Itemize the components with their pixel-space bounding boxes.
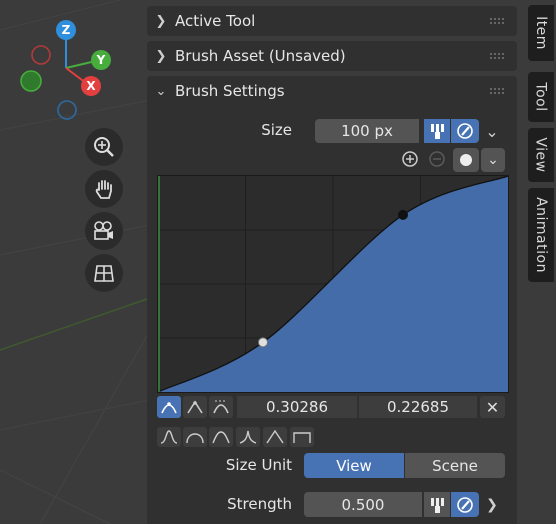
auto-handle-button[interactable] bbox=[157, 396, 181, 418]
strength-field[interactable]: 0.500 bbox=[304, 492, 422, 517]
drag-grip-icon[interactable] bbox=[489, 52, 505, 60]
y-axis-button[interactable]: Y bbox=[91, 50, 111, 70]
drag-grip-icon[interactable] bbox=[489, 17, 505, 25]
preset-sharp-button[interactable] bbox=[236, 427, 260, 447]
strength-pressure-button[interactable] bbox=[424, 492, 450, 517]
chevron-right-icon: ❯ bbox=[155, 48, 167, 64]
zoom-button[interactable] bbox=[85, 128, 123, 166]
vector-handle-button[interactable] bbox=[183, 396, 207, 418]
size-unit-view-option[interactable]: View bbox=[304, 453, 404, 478]
pen-tablet-icon bbox=[457, 496, 473, 513]
chevron-right-icon[interactable]: ❯ bbox=[482, 492, 502, 517]
linear-curve-icon bbox=[266, 429, 284, 444]
curve-tools-button[interactable] bbox=[453, 148, 479, 172]
sphere-curve-icon bbox=[186, 433, 204, 444]
brush-asset-panel-header[interactable]: ❯ Brush Asset (Unsaved) bbox=[147, 41, 517, 71]
tab-item-label: Item bbox=[533, 16, 549, 50]
curve-point-x-field[interactable]: 0.30286 bbox=[237, 396, 357, 418]
z-axis-button[interactable]: Z bbox=[56, 20, 76, 40]
preset-sphere-button[interactable] bbox=[183, 427, 207, 447]
filled-circle-icon bbox=[460, 154, 472, 166]
size-label: Size bbox=[261, 121, 292, 139]
chevron-down-icon: ⌄ bbox=[487, 152, 499, 168]
tab-animation[interactable]: Animation bbox=[528, 188, 554, 282]
preset-root-button[interactable] bbox=[209, 427, 233, 447]
close-icon: ✕ bbox=[485, 397, 500, 417]
preset-constant-button[interactable] bbox=[290, 427, 314, 447]
brush-settings-panel-header[interactable]: ⌄ Brush Settings bbox=[147, 76, 517, 106]
delete-point-button[interactable]: ✕ bbox=[480, 396, 505, 418]
pressure-brush-icon bbox=[431, 124, 444, 139]
pen-tablet-icon bbox=[457, 123, 473, 139]
curve-point[interactable] bbox=[398, 209, 408, 220]
chevron-down-icon: ⌄ bbox=[155, 83, 167, 99]
camera-button[interactable] bbox=[85, 212, 123, 250]
curve-menu-button[interactable]: ⌄ bbox=[481, 148, 505, 172]
curve-point-selected[interactable] bbox=[258, 337, 268, 348]
y-axis-label: Y bbox=[96, 53, 106, 67]
size-field[interactable]: 100 px bbox=[315, 119, 419, 143]
preset-linear-button[interactable] bbox=[263, 427, 287, 447]
chevron-down-icon[interactable]: ⌄ bbox=[482, 119, 502, 143]
strength-label: Strength bbox=[227, 495, 292, 513]
tab-item[interactable]: Item bbox=[528, 5, 554, 61]
z-axis-label: Z bbox=[61, 23, 71, 37]
drag-grip-icon[interactable] bbox=[489, 87, 505, 95]
preset-smooth-button[interactable] bbox=[157, 427, 181, 447]
strength-pen-button[interactable] bbox=[451, 492, 479, 517]
falloff-curve-editor[interactable] bbox=[157, 175, 509, 393]
tab-animation-label: Animation bbox=[533, 197, 549, 273]
falloff-curve[interactable] bbox=[157, 175, 509, 393]
auto-clamped-handle-button[interactable] bbox=[209, 396, 233, 418]
size-unit-label: Size Unit bbox=[225, 456, 292, 474]
ortho-toggle-button[interactable] bbox=[85, 254, 123, 292]
ortho-grid-icon bbox=[94, 265, 114, 282]
tab-view-label: View bbox=[533, 137, 550, 173]
hand-pan-icon bbox=[95, 180, 112, 199]
size-pressure-button[interactable] bbox=[424, 119, 450, 143]
size-pen-button[interactable] bbox=[451, 119, 479, 143]
vector-handle-icon bbox=[187, 400, 203, 414]
pan-button[interactable] bbox=[85, 170, 123, 208]
tab-tool-label: Tool bbox=[533, 82, 550, 112]
active-tool-title: Active Tool bbox=[175, 12, 256, 30]
x-axis-button[interactable]: X bbox=[81, 76, 101, 96]
active-tool-panel-header[interactable]: ❯ Active Tool bbox=[147, 6, 517, 36]
pressure-brush-icon bbox=[431, 497, 444, 513]
brush-settings-title: Brush Settings bbox=[175, 82, 285, 100]
tab-view[interactable]: View bbox=[528, 128, 554, 182]
smooth-handle-icon bbox=[161, 402, 177, 414]
size-unit-scene-option[interactable]: Scene bbox=[405, 453, 505, 478]
chevron-right-icon: ❯ bbox=[155, 13, 167, 29]
root-curve-icon bbox=[212, 431, 230, 444]
sharp-curve-icon bbox=[239, 430, 257, 444]
zoom-icon bbox=[94, 137, 114, 157]
x-axis-label: X bbox=[86, 79, 96, 93]
camera-icon bbox=[94, 221, 113, 240]
zoom-out-icon[interactable] bbox=[426, 148, 450, 172]
constant-curve-icon bbox=[293, 432, 311, 443]
brush-asset-title: Brush Asset (Unsaved) bbox=[175, 47, 346, 65]
curve-point-y-field[interactable]: 0.22685 bbox=[359, 396, 477, 418]
zoom-in-icon[interactable] bbox=[399, 148, 423, 172]
clamped-handle-icon bbox=[213, 400, 229, 414]
tab-tool[interactable]: Tool bbox=[528, 72, 554, 122]
bell-curve-icon bbox=[160, 430, 178, 444]
